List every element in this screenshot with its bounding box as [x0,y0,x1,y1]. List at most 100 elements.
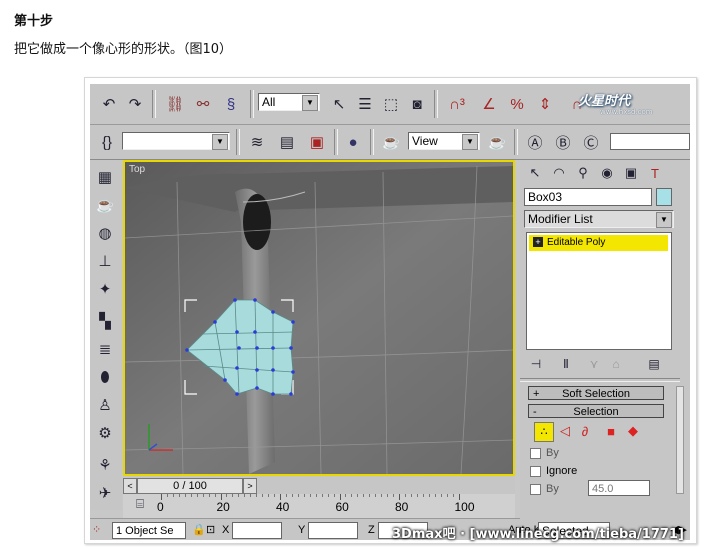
create-sphere-icon[interactable]: ◍ [92,220,118,246]
material-editor-icon[interactable]: ● [340,129,366,155]
show-end-result-icon[interactable]: Ⅱ [556,354,576,374]
ruler-minor-tick [333,494,335,497]
create-tree-icon[interactable]: ⚘ [92,452,118,478]
create-bird-icon[interactable]: ✈ [92,480,118,506]
y-coord-field[interactable] [308,522,358,539]
object-name-field[interactable]: Box03 [524,188,652,206]
create-teapot-icon[interactable]: ☕ [92,192,118,218]
create-box-icon[interactable]: ▦ [92,164,118,190]
ruler-tick-label: 60 [335,500,349,514]
unlink-icon[interactable]: ⚯ [190,91,216,117]
x-coord-field[interactable] [232,522,282,539]
curve-editor-icon[interactable]: ▣ [304,129,330,155]
selection-filter-dropdown[interactable]: All ▼ [258,93,320,111]
create-cone-icon[interactable]: ♙ [92,392,118,418]
modifier-stack[interactable]: + Editable Poly [526,232,672,350]
ruler-minor-tick [226,494,228,497]
snap-3d-icon[interactable]: ∩³ [444,91,470,117]
lock-selection-icon[interactable]: 🔒 [192,522,206,538]
create-plane-icon[interactable]: ▚ [92,308,118,334]
create-helper-icon[interactable]: ✦ [92,276,118,302]
layers-icon[interactable]: ≋ [244,129,270,155]
time-prev-button[interactable]: < [123,478,137,494]
pin-stack-icon[interactable]: ⊣ [526,354,546,374]
polygon-mode-icon[interactable]: ■ [602,422,620,440]
bind-spacewarp-icon[interactable]: § [218,91,244,117]
named-sets-field[interactable] [610,133,690,150]
quick-render-icon[interactable]: ☕ [484,129,510,155]
by-angle-label: By [546,483,559,495]
motion-tab-icon[interactable]: ◉ [596,162,618,184]
select-link-icon[interactable]: ⛓ [162,91,188,117]
curly-braces-icon[interactable]: {} [94,129,120,155]
expand-plus-icon[interactable]: + [533,237,543,248]
reference-coord-dropdown[interactable]: View ▼ [408,132,480,150]
ruler-minor-tick [268,494,270,497]
ruler-minor-tick [196,494,198,497]
named-selection-sets-dropdown[interactable]: ▼ [122,132,230,150]
render-scene-icon[interactable]: ☕ [378,129,404,155]
ruler-minor-tick [327,494,329,497]
z-label: Z [368,524,375,536]
create-tab-icon[interactable]: ↖ [524,162,546,184]
select-by-name-icon[interactable]: ☰ [352,91,378,117]
display-tab-icon[interactable]: ▣ [620,162,642,184]
stack-item-editable-poly[interactable]: + Editable Poly [529,235,668,251]
object-color-swatch[interactable] [656,188,672,206]
angle-snap-icon[interactable]: ∠ [476,91,502,117]
layer-manager-icon[interactable]: ▤ [274,129,300,155]
track-bar-icon[interactable]: ⌸ [130,494,150,514]
ignore-backfacing-checkbox[interactable]: Ignore [530,464,577,478]
ruler-minor-tick [446,494,448,497]
vertex-mode-icon[interactable]: ∴ [534,422,554,442]
ruler-minor-tick [315,494,317,497]
time-next-button[interactable]: > [243,478,257,494]
remove-modifier-icon[interactable]: ⌂ [606,354,626,374]
spinner-snap-icon[interactable]: ⇕ [532,91,558,117]
by-vertex-checkbox[interactable]: By [530,446,559,460]
ruler-minor-tick [416,494,418,497]
top-viewport[interactable]: Top [123,160,515,476]
soft-selection-rollout[interactable]: + Soft Selection [528,386,664,400]
ruler-minor-tick [297,494,299,497]
create-torus-icon[interactable]: ≣ [92,336,118,362]
element-mode-icon[interactable]: ◆ [624,422,642,440]
x-label: X [222,524,230,536]
ruler-minor-tick [172,494,174,497]
transform-c-icon[interactable]: Ⓒ [578,129,604,155]
create-cylinder-icon[interactable]: ⬮ [92,364,118,390]
chevron-down-icon: ▼ [212,134,228,150]
by-angle-checkbox[interactable]: By [530,482,559,496]
select-object-icon[interactable]: ↖ [326,91,352,117]
chevron-down-icon: ▼ [462,134,478,150]
configure-sets-icon[interactable]: ▤ [644,354,664,374]
create-light-icon[interactable]: ⊥ [92,248,118,274]
rect-selection-icon[interactable]: ⬚ [378,91,404,117]
create-gear-icon[interactable]: ⚙ [92,420,118,446]
modify-tab-icon[interactable]: ◠ [548,162,570,184]
transform-b-icon[interactable]: Ⓑ [550,129,576,155]
hierarchy-tab-icon[interactable]: ⚲ [572,162,594,184]
transform-a-icon[interactable]: Ⓐ [522,129,548,155]
undo-icon[interactable]: ↶ [96,91,122,117]
panel-scrollbar[interactable] [676,386,684,494]
modifier-list-dropdown[interactable]: Modifier List ▼ [524,210,674,228]
ruler-minor-tick [363,494,365,497]
time-slider[interactable]: < 0 / 100 > [123,476,515,494]
percent-snap-icon[interactable]: % [504,91,530,117]
edge-mode-icon[interactable]: ◁ [556,422,574,440]
ruler-minor-tick [422,494,424,497]
maxscript-icon[interactable]: ⁘ [92,522,101,538]
angle-spinner[interactable]: 45.0 [588,480,650,496]
window-crossing-icon[interactable]: ◙ [404,91,430,117]
viewport-label[interactable]: Top [129,164,145,175]
absolute-mode-icon[interactable]: ⊡ [206,522,215,538]
utilities-tab-icon[interactable]: T [644,162,666,184]
border-mode-icon[interactable]: ∂ [576,422,594,440]
selection-rollout[interactable]: - Selection [528,404,664,418]
time-slider-thumb[interactable]: 0 / 100 [137,478,243,494]
make-unique-icon[interactable]: ⋎ [584,354,604,374]
redo-icon[interactable]: ↷ [122,91,148,117]
chevron-down-icon: ▼ [656,212,672,228]
track-ruler[interactable]: 0 20 40 60 80 100 [123,494,515,518]
